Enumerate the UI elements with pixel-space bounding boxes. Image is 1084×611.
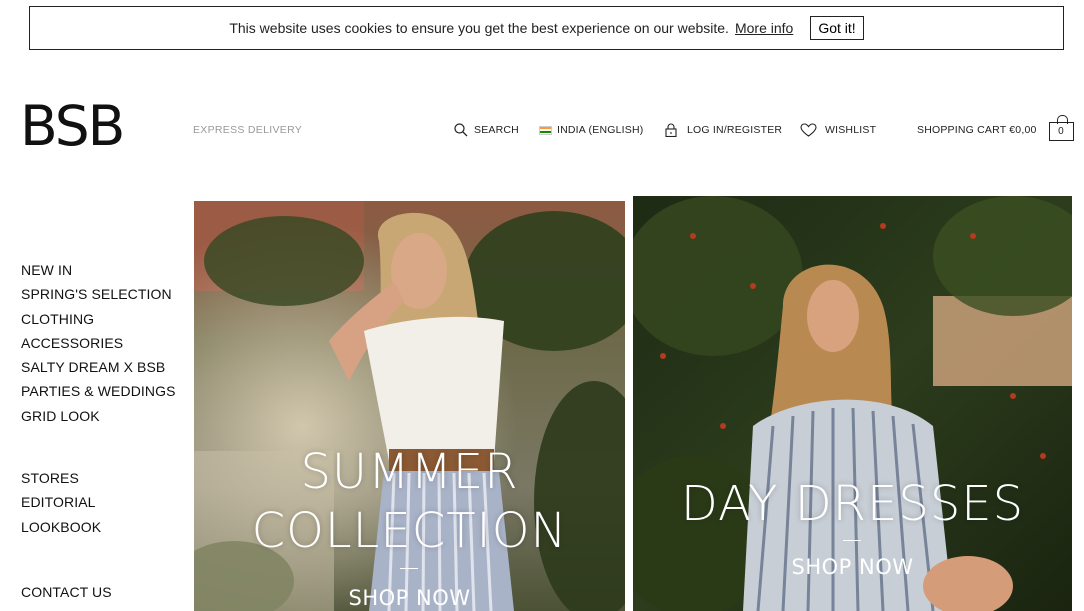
sidebar-item-new-in[interactable]: NEW IN xyxy=(21,258,176,282)
more-info-link[interactable]: More info xyxy=(735,20,793,36)
hero-right-photo xyxy=(633,196,1072,611)
sidebar-item-stores[interactable]: STORES xyxy=(21,466,101,490)
sidebar-item-grid-look[interactable]: GRID LOOK xyxy=(21,404,176,428)
header-nav: SEARCH INDIA (ENGLISH) LOG IN/REGISTER W… xyxy=(0,114,1084,142)
sidebar-item-parties-weddings[interactable]: PARTIES & WEDDINGS xyxy=(21,379,176,403)
hero-left-shop-now-button[interactable]: SHOP NOW xyxy=(194,586,625,610)
cookie-banner: This website uses cookies to ensure you … xyxy=(29,6,1064,50)
sidebar-item-salty-dream[interactable]: SALTY DREAM X BSB xyxy=(21,355,176,379)
search-label: SEARCH xyxy=(474,124,519,136)
hero-right-divider xyxy=(843,540,861,541)
heart-icon xyxy=(800,123,817,137)
cart-label: SHOPPING CART €0,00 xyxy=(917,124,1037,136)
sidebar-contact: CONTACT US xyxy=(21,580,112,604)
shopping-bag-icon: 0 xyxy=(1048,114,1074,141)
got-it-button[interactable]: Got it! xyxy=(810,16,864,40)
sidebar-main-menu: NEW IN SPRING'S SELECTION CLOTHING ACCES… xyxy=(21,258,176,428)
cookie-message: This website uses cookies to ensure you … xyxy=(229,20,729,36)
cart-count: 0 xyxy=(1058,125,1064,137)
sidebar-item-clothing[interactable]: CLOTHING xyxy=(21,307,176,331)
hero-left-title-line2: COLLECTION xyxy=(251,503,568,559)
wishlist-link[interactable]: WISHLIST xyxy=(800,118,876,142)
hero-right-title: DAY DRESSES xyxy=(680,476,1025,532)
sidebar-item-springs-selection[interactable]: SPRING'S SELECTION xyxy=(21,282,176,306)
shopping-cart-link[interactable]: SHOPPING CART €0,00 0 xyxy=(917,114,1074,142)
lock-icon xyxy=(665,123,677,137)
search-button[interactable]: SEARCH xyxy=(454,118,519,142)
login-register-link[interactable]: LOG IN/REGISTER xyxy=(665,118,782,142)
hero-left-title-line1: SUMMER xyxy=(300,444,519,500)
hero-day-dresses[interactable]: DAY DRESSES SHOP NOW xyxy=(633,196,1072,611)
wishlist-label: WISHLIST xyxy=(825,124,877,136)
login-label: LOG IN/REGISTER xyxy=(687,124,783,136)
sidebar-item-editorial[interactable]: EDITORIAL xyxy=(21,490,101,514)
country-selector[interactable]: INDIA (ENGLISH) xyxy=(539,118,643,142)
sidebar-item-accessories[interactable]: ACCESSORIES xyxy=(21,331,176,355)
sidebar-secondary-menu: STORES EDITORIAL LOOKBOOK xyxy=(21,466,101,539)
country-label: INDIA (ENGLISH) xyxy=(557,124,644,136)
sidebar-item-contact-us[interactable]: CONTACT US xyxy=(21,580,112,604)
search-icon xyxy=(454,123,468,137)
hero-summer-collection[interactable]: SUMMER COLLECTION SHOP NOW xyxy=(194,201,625,611)
hero-left-divider xyxy=(400,568,418,569)
sidebar-item-lookbook[interactable]: LOOKBOOK xyxy=(21,515,101,539)
hero-right-shop-now-button[interactable]: SHOP NOW xyxy=(633,555,1072,579)
india-flag-icon xyxy=(539,125,552,135)
